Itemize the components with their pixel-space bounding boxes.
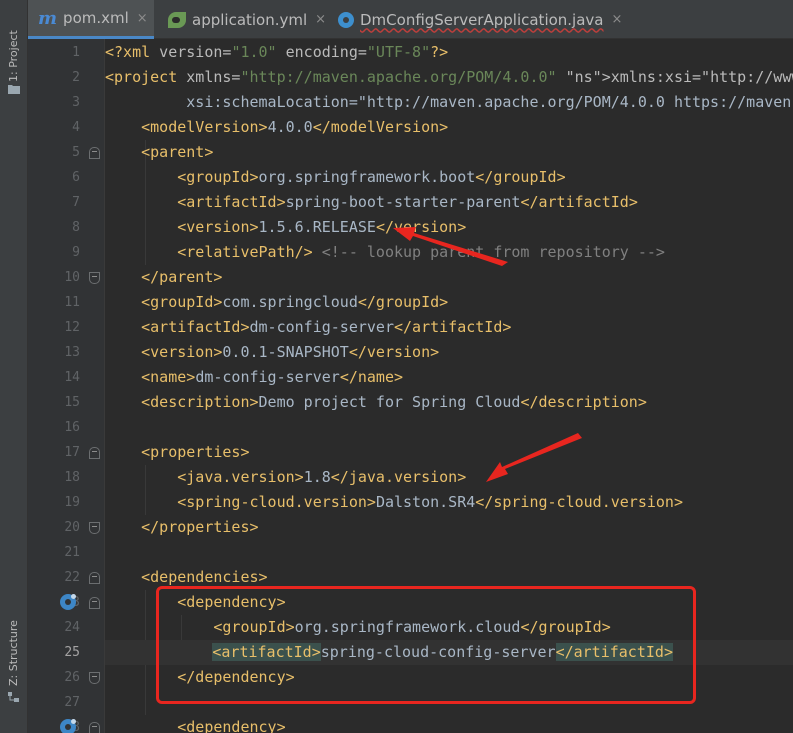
line-number: 12 [64, 320, 80, 335]
structure-icon[interactable] [8, 692, 20, 702]
fold-marker-icon[interactable] [89, 672, 100, 684]
line-number: 27 [64, 695, 80, 710]
fold-marker-icon[interactable] [89, 597, 100, 609]
line-number: 6 [72, 170, 80, 185]
close-icon[interactable]: × [612, 12, 623, 27]
code-line[interactable]: <java.version>1.8</java.version> [105, 465, 466, 490]
code-line[interactable]: <name>dm-config-server</name> [105, 365, 403, 390]
line-number: 24 [64, 620, 80, 635]
spring-boot-app-icon [338, 11, 354, 28]
editor-gutter[interactable]: 1234567891011121314151617181920212223242… [28, 39, 105, 733]
tab-application-yml[interactable]: application.yml × [162, 0, 332, 39]
code-line[interactable]: <project xmlns="http://maven.apache.org/… [105, 65, 793, 90]
tab-pom-xml[interactable]: m pom.xml × [28, 0, 154, 39]
fold-marker-icon[interactable] [89, 572, 100, 584]
line-number: 20 [64, 520, 80, 535]
code-line[interactable]: <groupId>org.springframework.boot</group… [105, 165, 565, 190]
spring-bean-gutter-icon[interactable] [60, 719, 76, 733]
line-number: 14 [64, 370, 80, 385]
highlight-box-annotation [156, 586, 696, 704]
code-line[interactable]: <dependency> [105, 715, 285, 733]
maven-icon: m [38, 7, 58, 29]
code-line[interactable]: xsi:schemaLocation="http://maven.apache.… [105, 90, 793, 115]
line-number: 1 [72, 45, 80, 60]
structure-tool-tab-label: Z: Structure [7, 620, 20, 686]
close-icon[interactable]: × [315, 12, 326, 27]
code-line[interactable]: <version>0.0.1-SNAPSHOT</version> [105, 340, 439, 365]
line-number: 2 [72, 70, 80, 85]
fold-marker-icon[interactable] [89, 447, 100, 459]
code-line[interactable]: </properties> [105, 515, 258, 540]
code-line[interactable]: <parent> [105, 140, 213, 165]
code-line[interactable]: <version>1.5.6.RELEASE</version> [105, 215, 466, 240]
code-line[interactable]: </parent> [105, 265, 222, 290]
editor-tab-bar: m pom.xml × application.yml × DmConfigSe… [28, 0, 793, 39]
code-line[interactable]: <description>Demo project for Spring Clo… [105, 390, 647, 415]
fold-marker-icon[interactable] [89, 722, 100, 733]
code-line[interactable]: <relativePath/> <!-- lookup parent from … [105, 240, 665, 265]
tab-dmconfigserverapplication-java[interactable]: DmConfigServerApplication.java × [336, 0, 636, 39]
line-number: 19 [64, 495, 80, 510]
spring-bean-gutter-icon[interactable] [60, 594, 76, 610]
project-tool-tab[interactable]: 1: Project [4, 12, 24, 82]
code-line[interactable]: <artifactId>spring-boot-starter-parent</… [105, 190, 638, 215]
line-number: 7 [72, 195, 80, 210]
code-line[interactable]: <modelVersion>4.0.0</modelVersion> [105, 115, 448, 140]
code-line[interactable]: <artifactId>dm-config-server</artifactId… [105, 315, 511, 340]
fold-marker-icon[interactable] [89, 272, 100, 284]
line-number: 25 [64, 645, 80, 660]
spring-leaf-icon [168, 11, 186, 28]
line-number: 16 [64, 420, 80, 435]
code-line[interactable]: <?xml version="1.0" encoding="UTF-8"?> [105, 40, 448, 65]
tab-label: application.yml [192, 10, 308, 29]
code-line[interactable]: <properties> [105, 440, 249, 465]
fold-marker-icon[interactable] [89, 147, 100, 159]
structure-tool-tab[interactable]: Z: Structure [4, 606, 24, 686]
tool-window-strip: 1: Project Z: Structure [0, 0, 28, 733]
line-number: 9 [72, 245, 80, 260]
line-number: 11 [64, 295, 80, 310]
line-number: 18 [64, 470, 80, 485]
tab-label: pom.xml [63, 9, 129, 27]
line-number: 5 [72, 145, 80, 160]
line-number: 3 [72, 95, 80, 110]
line-number: 15 [64, 395, 80, 410]
line-number: 17 [64, 445, 80, 460]
line-number: 13 [64, 345, 80, 360]
line-number: 26 [64, 670, 80, 685]
line-number: 8 [72, 220, 80, 235]
code-line[interactable]: <spring-cloud.version>Dalston.SR4</sprin… [105, 490, 683, 515]
fold-marker-icon[interactable] [89, 522, 100, 534]
line-number: 22 [64, 570, 80, 585]
folder-icon[interactable] [8, 84, 20, 94]
project-tool-tab-label: 1: Project [7, 30, 20, 82]
tab-label: DmConfigServerApplication.java [360, 10, 604, 29]
line-number: 21 [64, 545, 80, 560]
code-line[interactable]: <groupId>com.springcloud</groupId> [105, 290, 448, 315]
close-icon[interactable]: × [137, 11, 148, 26]
line-number: 4 [72, 120, 80, 135]
line-number: 10 [64, 270, 80, 285]
